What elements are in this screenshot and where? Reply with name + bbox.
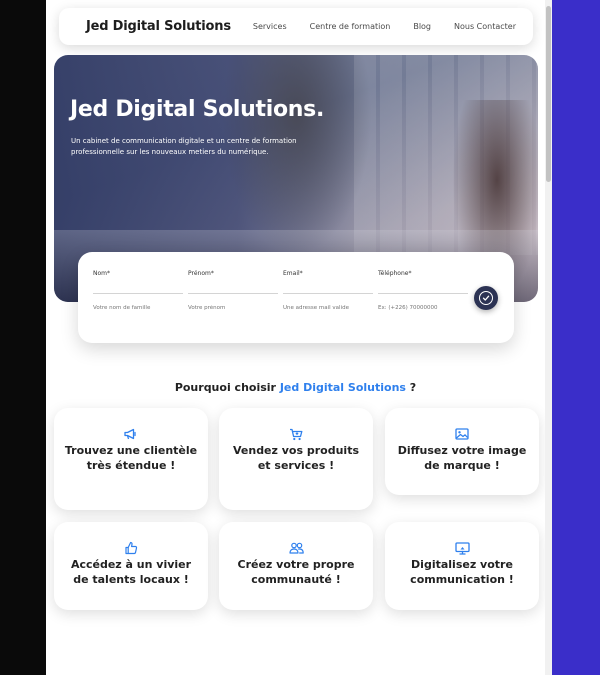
- field-underline: [378, 293, 468, 294]
- feature-text: Diffusez votre image de marque !: [397, 444, 527, 472]
- page: Jed Digital Solutions Services Centre de…: [46, 0, 545, 675]
- feature-card-brand-image[interactable]: Diffusez votre image de marque !: [385, 408, 539, 495]
- field-underline: [283, 293, 373, 294]
- screen-icon: [454, 540, 470, 556]
- field-label: Prénom*: [188, 270, 214, 277]
- feature-card-talents[interactable]: Accédez à un vivier de talents locaux !: [54, 522, 208, 610]
- nav-link-services[interactable]: Services: [253, 22, 287, 31]
- feature-text: Trouvez une clientèle très étendue !: [64, 444, 198, 472]
- section-title-suffix: ?: [405, 381, 417, 394]
- contact-form: Nom* Prénom* Email* Téléphone*: [78, 252, 514, 343]
- field-phone: Téléphone*: [378, 270, 468, 313]
- right-background-panel: [552, 0, 600, 675]
- field-label: Téléphone*: [378, 270, 412, 277]
- field-email: Email*: [283, 270, 373, 313]
- left-background-strip: [0, 0, 46, 675]
- section-title: Pourquoi choisir Jed Digital Solutions ?: [46, 381, 545, 394]
- nav-link-training-center[interactable]: Centre de formation: [310, 22, 391, 31]
- navbar: Jed Digital Solutions Services Centre de…: [59, 8, 533, 45]
- field-label: Nom*: [93, 270, 111, 277]
- field-first-name: Prénom*: [188, 270, 278, 313]
- email-input[interactable]: [283, 305, 373, 311]
- feature-text: Accédez à un vivier de talents locaux !: [70, 558, 192, 586]
- cart-icon: [288, 426, 304, 442]
- scrollbar-thumb[interactable]: [546, 6, 551, 182]
- brand-logo-text[interactable]: Jed Digital Solutions: [86, 19, 231, 34]
- submit-button[interactable]: [474, 286, 498, 310]
- field-underline: [93, 293, 183, 294]
- hero-subtitle: Un cabinet de communication digitale et …: [71, 137, 297, 156]
- hero-title: Jed Digital Solutions.: [70, 97, 325, 122]
- thumbs-up-icon: [123, 540, 139, 556]
- feature-card-digitalize[interactable]: Digitalisez votre communication !: [385, 522, 539, 610]
- feature-card-sell[interactable]: Vendez vos produits et services !: [219, 408, 373, 510]
- nav-link-contact[interactable]: Nous Contacter: [454, 22, 516, 31]
- first-name-input[interactable]: [188, 305, 278, 311]
- section-title-brand: Jed Digital Solutions: [279, 381, 406, 394]
- feature-text: Digitalisez votre communication !: [410, 558, 514, 586]
- feature-card-clientele[interactable]: Trouvez une clientèle très étendue !: [54, 408, 208, 510]
- field-underline: [188, 293, 278, 294]
- image-icon: [454, 426, 470, 442]
- nav-links: Services Centre de formation Blog Nous C…: [253, 22, 539, 31]
- nav-link-blog[interactable]: Blog: [413, 22, 431, 31]
- check-icon: [479, 291, 493, 305]
- feature-text: Vendez vos produits et services !: [232, 444, 359, 472]
- field-last-name: Nom*: [93, 270, 183, 313]
- feature-text: Créez votre propre communauté !: [237, 558, 355, 586]
- scrollbar[interactable]: [545, 0, 552, 675]
- section-title-prefix: Pourquoi choisir: [174, 381, 280, 394]
- last-name-input[interactable]: [93, 305, 183, 311]
- megaphone-icon: [123, 426, 139, 442]
- community-icon: [288, 540, 304, 556]
- field-label: Email*: [283, 270, 303, 277]
- phone-input[interactable]: [378, 305, 468, 311]
- feature-card-community[interactable]: Créez votre propre communauté !: [219, 522, 373, 610]
